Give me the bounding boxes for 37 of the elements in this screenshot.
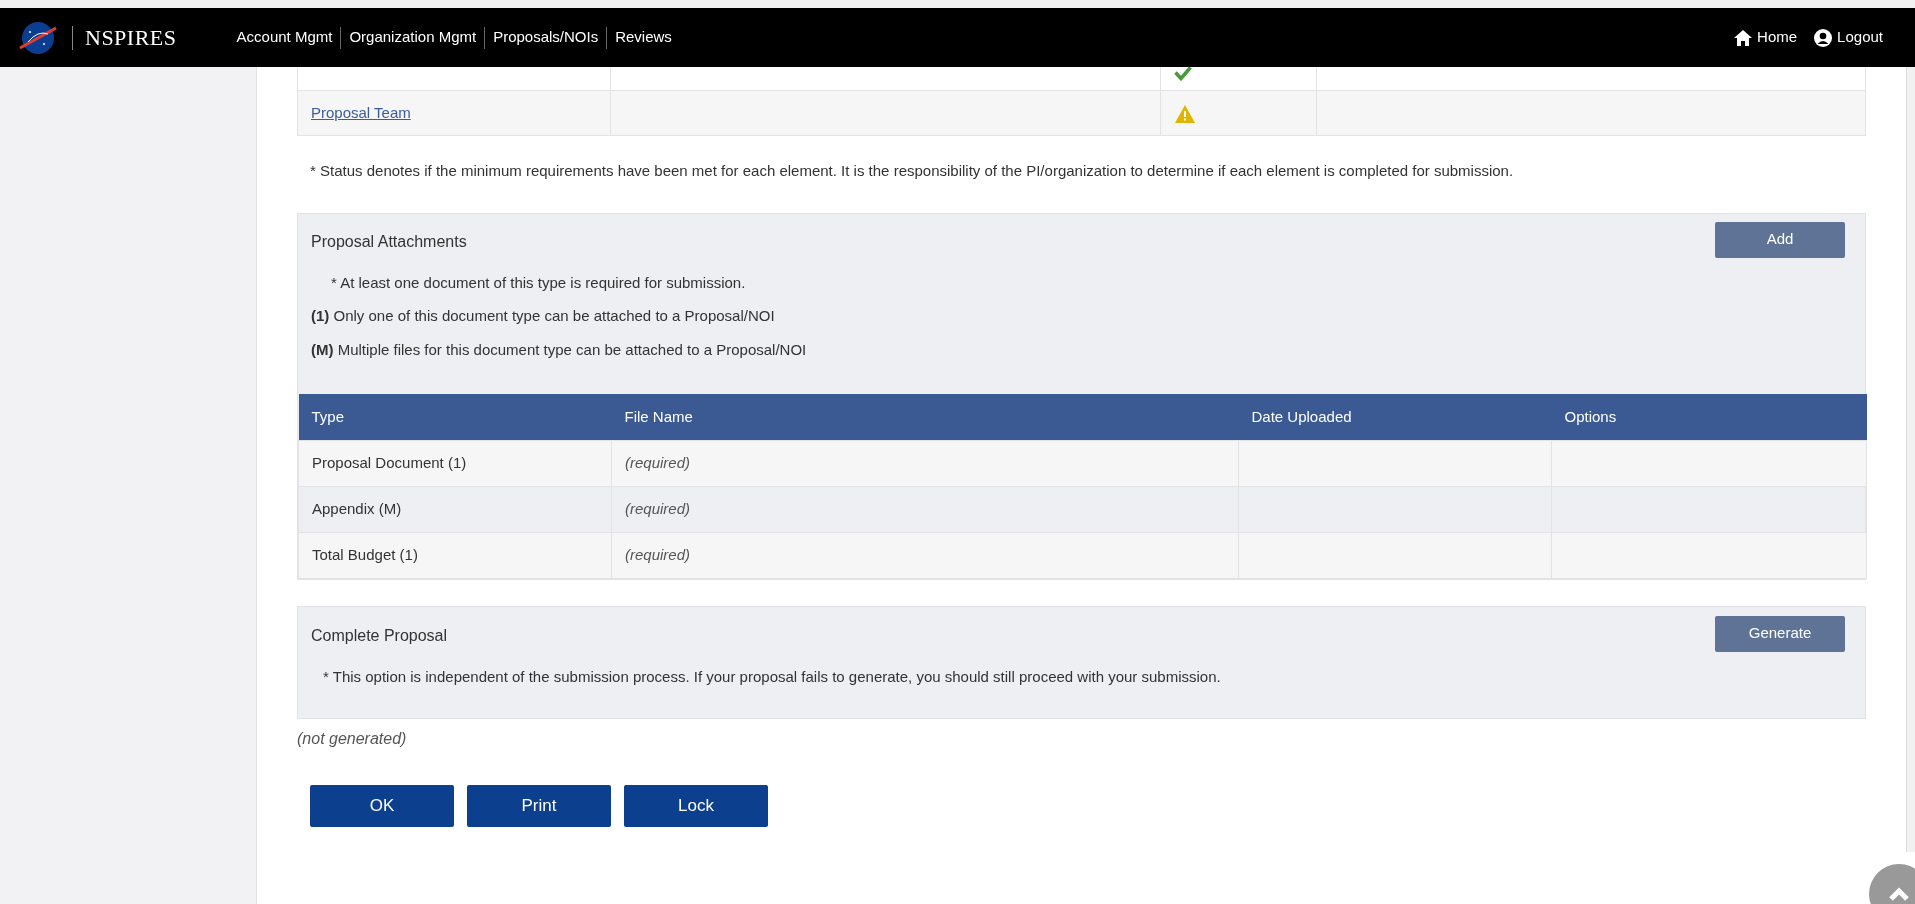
generate-note: * This option is independent of the submission process. If your proposal fails to generate, you should still proceed with your submission. xyxy=(322,666,1222,687)
brand-name[interactable]: NSPIRES xyxy=(85,21,177,54)
status-note: * Status denotes if the minimum requirements have been met for each element. It is the responsibility of the PI/organization to determine if each element is completed for submission. xyxy=(309,161,1515,181)
nav-link[interactable]: Home xyxy=(1757,26,1798,49)
action-button[interactable]: Print xyxy=(467,785,611,827)
nav-link[interactable]: Account Mgmt xyxy=(228,26,341,49)
add-button[interactable]: Add xyxy=(1715,221,1845,258)
table-cell: (required) xyxy=(611,486,1239,532)
chevron-up-icon xyxy=(1888,887,1910,901)
legend-note: * At least one document of this type is required for submission. xyxy=(330,272,747,293)
action-button[interactable]: OK xyxy=(310,785,454,827)
nav-link[interactable]: Logout xyxy=(1837,26,1883,49)
generate-button[interactable]: Generate xyxy=(1715,615,1845,652)
element-link[interactable]: Proposal Team xyxy=(311,103,411,121)
legend-note: (M) Multiple files for this document type can be attached to a Proposal/NOI xyxy=(311,339,808,360)
column-header: Options xyxy=(1551,394,1867,440)
user-icon xyxy=(1813,27,1834,48)
nav-link[interactable]: Reviews xyxy=(607,26,680,49)
column-header: Date Uploaded xyxy=(1238,394,1552,440)
panel-title: Complete Proposal xyxy=(311,625,448,646)
generation-status: (not generated) xyxy=(297,729,408,749)
nav-link[interactable]: Organization Mgmt xyxy=(341,26,485,49)
legend-note: (1) Only one of this document type can be attached to a Proposal/NOI xyxy=(311,306,776,326)
panel-title: Proposal Attachments xyxy=(311,231,467,252)
column-header: Type xyxy=(298,394,612,440)
column-header: File Name xyxy=(611,394,1239,440)
table-cell: Total Budget (1) xyxy=(298,532,612,578)
home-icon xyxy=(1733,28,1754,47)
action-button[interactable]: Lock xyxy=(624,785,768,827)
table-cell: (required) xyxy=(611,440,1239,486)
table-cell: Appendix (M) xyxy=(298,486,612,532)
check-icon xyxy=(1174,65,1192,81)
warning-icon xyxy=(1174,103,1196,124)
table-cell: (required) xyxy=(611,532,1239,578)
table-cell: Proposal Document (1) xyxy=(298,440,612,486)
scrollbar[interactable] xyxy=(1906,67,1915,852)
nav-link[interactable]: Proposals/NOIs xyxy=(485,26,607,49)
